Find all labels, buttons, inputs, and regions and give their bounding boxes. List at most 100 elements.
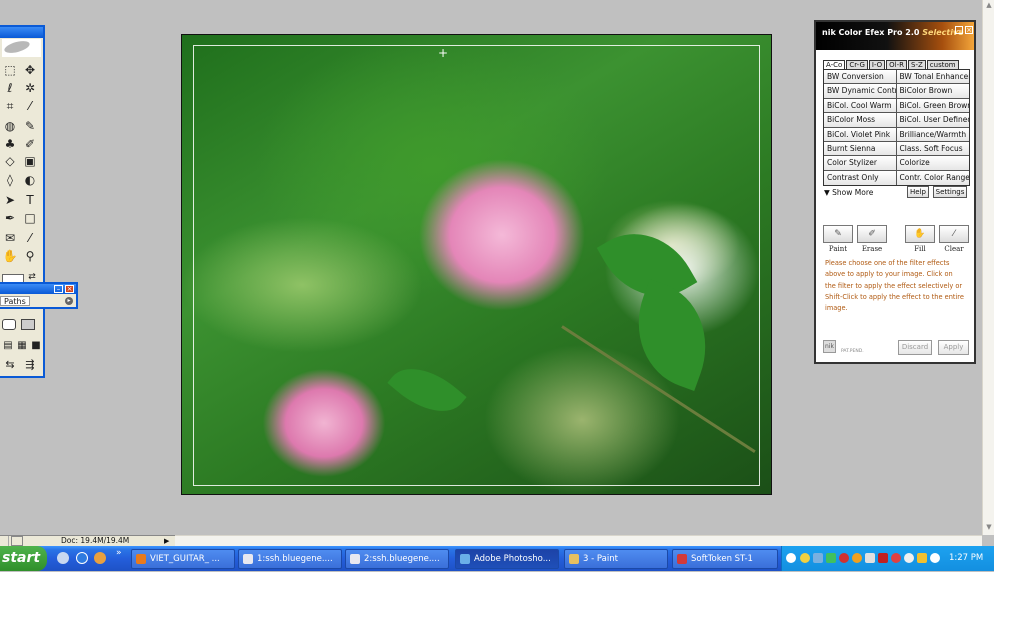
crop-tool-icon[interactable]: ⌗ — [2, 98, 18, 114]
discard-button[interactable]: Discard — [898, 340, 932, 355]
status-menu-icon[interactable]: ▶ — [164, 536, 169, 546]
network-icon[interactable] — [813, 553, 823, 563]
hand-tool-icon[interactable]: ✋ — [2, 248, 18, 264]
clock[interactable]: 1:27 PM — [949, 546, 983, 571]
eyedropper-tool-icon[interactable]: ⁄ — [22, 230, 38, 246]
paint-brush-button[interactable]: ✎ — [823, 225, 853, 243]
tools-palette-titlebar[interactable] — [0, 27, 43, 38]
filter-button[interactable]: Class. Soft Focus — [896, 141, 969, 156]
messenger-icon[interactable] — [800, 553, 810, 563]
brush-icon: ✎ — [834, 229, 842, 239]
help-button[interactable]: Help — [907, 186, 929, 198]
settings-button[interactable]: Settings — [933, 186, 967, 198]
standard-mode-icon[interactable] — [2, 319, 16, 330]
filter-row: Contrast Only Contr. Color Range — [824, 170, 969, 186]
healing-brush-tool-icon[interactable]: ◍ — [2, 118, 18, 134]
eraser-icon: ✐ — [868, 229, 876, 239]
slice-tool-icon[interactable]: ⁄ — [22, 98, 38, 114]
tray-expand-icon[interactable] — [786, 553, 796, 563]
jump-to-imageready-icon[interactable]: ⇆ — [2, 357, 18, 373]
gradient-tool-icon[interactable]: ▣ — [22, 153, 38, 169]
start-button[interactable]: start — [0, 546, 47, 571]
image-canvas[interactable]: + — [181, 34, 772, 495]
paths-palette-titlebar[interactable]: – × — [0, 284, 76, 294]
palette-menu-icon[interactable]: ▸ — [65, 297, 73, 305]
zoom-field[interactable] — [0, 536, 9, 546]
screen-mode-full-icon[interactable]: ■ — [28, 338, 44, 354]
quicklaunch-expand-icon[interactable]: » — [116, 548, 122, 558]
taskbar-item-ssh-1[interactable]: 1:ssh.bluegene.... — [238, 549, 342, 569]
filter-button[interactable]: Contrast Only — [824, 170, 897, 186]
filter-button[interactable]: BiCol. Green Brown — [896, 98, 969, 113]
k-icon[interactable] — [878, 553, 888, 563]
nik-panel-header[interactable]: nik Color Efex Pro 2.0 Selective – × — [816, 22, 974, 50]
close-icon[interactable]: × — [965, 26, 973, 34]
show-more-toggle[interactable]: ▼ Show More — [824, 188, 873, 197]
filter-button[interactable]: Brilliance/Warmth — [896, 127, 969, 141]
brush-tool-icon[interactable]: ✎ — [22, 118, 38, 134]
apply-button[interactable]: Apply — [938, 340, 969, 355]
filter-button[interactable]: BW Dynamic Contr. — [824, 84, 897, 98]
minimize-icon[interactable]: – — [955, 26, 963, 34]
shape-tool-icon[interactable]: □ — [22, 210, 38, 226]
filter-button[interactable]: BiColor Brown — [896, 84, 969, 98]
blur-tool-icon[interactable]: ◊ — [2, 172, 18, 188]
jump-to-app-icon[interactable]: ⇶ — [22, 357, 38, 373]
filter-button[interactable]: Contr. Color Range — [896, 170, 969, 186]
dodge-tool-icon[interactable]: ◐ — [22, 172, 38, 188]
media-player-icon[interactable] — [94, 552, 106, 564]
filter-button[interactable]: BW Conversion — [824, 70, 897, 84]
pen-tool-icon[interactable]: ✒ — [2, 210, 18, 226]
zoom-tool-icon[interactable]: ⚲ — [22, 248, 38, 264]
close-icon[interactable]: × — [65, 285, 74, 293]
softtoken-icon — [677, 554, 687, 564]
show-desktop-icon[interactable] — [57, 552, 69, 564]
flag-icon[interactable] — [826, 553, 836, 563]
filter-button[interactable]: Burnt Sienna — [824, 141, 897, 156]
type-tool-icon[interactable]: T — [22, 192, 38, 208]
taskbar-item-paint[interactable]: 3 - Paint — [564, 549, 668, 569]
filter-button[interactable]: Color Stylizer — [824, 156, 897, 170]
vertical-scrollbar[interactable]: ▲ ▼ — [982, 0, 994, 535]
filter-button[interactable]: BW Tonal Enhancer — [896, 70, 969, 84]
filter-button[interactable]: Colorize — [896, 156, 969, 170]
filter-button[interactable]: BiCol. Violet Pink — [824, 127, 897, 141]
clone-stamp-tool-icon[interactable]: ♣ — [2, 136, 18, 152]
security-icon[interactable] — [917, 553, 927, 563]
clear-icon: ⁄ — [953, 229, 955, 239]
taskbar-item-viet-guitar[interactable]: VIET_GUITAR_ ... — [131, 549, 235, 569]
path-selection-tool-icon[interactable]: ➤ — [2, 192, 18, 208]
filter-button[interactable]: BiColor Moss — [824, 113, 897, 127]
scroll-up-icon[interactable]: ▲ — [984, 0, 994, 10]
taskbar-item-photoshop[interactable]: Adobe Photosho... — [455, 549, 559, 569]
update-icon[interactable] — [852, 553, 862, 563]
taskbar-item-softtoken[interactable]: SoftToken ST-1 — [672, 549, 778, 569]
clear-button[interactable]: ⁄ — [939, 225, 969, 243]
volume-icon[interactable] — [904, 553, 914, 563]
fill-button[interactable]: ✋ — [905, 225, 935, 243]
triangle-down-icon: ▼ — [824, 188, 830, 197]
search-icon[interactable] — [930, 553, 940, 563]
minimize-icon[interactable]: – — [54, 285, 63, 293]
tab-paths[interactable]: Paths — [0, 296, 30, 306]
eraser-tool-icon[interactable]: ◇ — [2, 153, 18, 169]
filter-button[interactable]: BiCol. User Defined — [896, 113, 969, 127]
antivirus-icon[interactable] — [839, 553, 849, 563]
filter-row: BiCol. Cool Warm BiCol. Green Brown — [824, 98, 969, 114]
move-tool-icon[interactable]: ✥ — [22, 62, 38, 78]
adobe-feather-icon[interactable] — [2, 38, 41, 57]
status-options-button[interactable] — [11, 536, 23, 546]
keyboard-icon[interactable] — [865, 553, 875, 563]
filter-button[interactable]: BiCol. Cool Warm — [824, 98, 897, 113]
magic-wand-tool-icon[interactable]: ✲ — [22, 80, 38, 96]
taskbar-item-ssh-2[interactable]: 2:ssh.bluegene.... — [345, 549, 449, 569]
notes-tool-icon[interactable]: ✉ — [2, 230, 18, 246]
marquee-tool-icon[interactable]: ⬚ — [2, 62, 18, 78]
ie-icon[interactable] — [76, 552, 88, 564]
quick-mask-mode-icon[interactable] — [21, 319, 35, 330]
scroll-down-icon[interactable]: ▼ — [984, 522, 994, 532]
alert-icon[interactable] — [891, 553, 901, 563]
history-brush-tool-icon[interactable]: ✐ — [22, 136, 38, 152]
lasso-tool-icon[interactable]: ℓ — [2, 80, 18, 96]
erase-brush-button[interactable]: ✐ — [857, 225, 887, 243]
